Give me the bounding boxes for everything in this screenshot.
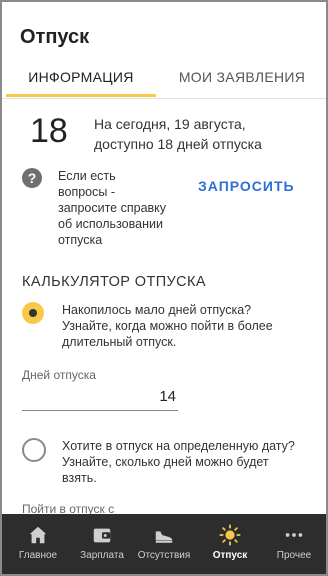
option-text-line: Накопилось мало дней отпуска? [62,303,252,317]
option-text-line: Хотите в отпуск на определенную дату? [62,439,295,453]
available-days-text: На сегодня, 19 августа, доступно 18 дней… [94,114,314,154]
vacation-days-input[interactable]: 14 [22,386,178,411]
help-text-line: об использовании [58,217,163,231]
option-text-line: длительный отпуск. [62,335,177,349]
nav-item-home[interactable]: Главное [6,514,70,574]
question-icon: ? [22,168,42,188]
calculator-title: КАЛЬКУЛЯТОР ОТПУСКА [22,274,206,290]
nav-label: Прочее [276,550,312,561]
option-few-days-text[interactable]: Накопилось мало дней отпуска? Узнайте, к… [62,302,312,350]
tab-my-requests[interactable]: МОИ ЗАЯВЛЕНИЯ [164,60,320,96]
radio-specific-date[interactable] [22,438,46,462]
option-text-line: Узнайте, сколько дней можно будет [62,455,269,469]
nav-item-more[interactable]: Прочее [262,514,326,574]
nav-label: Отпуск [212,550,248,561]
app-window: Отпуск ИНФОРМАЦИЯ МОИ ЗАЯВЛЕНИЯ 18 На се… [0,0,328,576]
nav-item-absences[interactable]: Отсутствия [132,514,196,574]
help-text-line: отпуска [58,233,103,247]
tab-bar: ИНФОРМАЦИЯ МОИ ЗАЯВЛЕНИЯ [2,60,326,99]
option-specific-date-text[interactable]: Хотите в отпуск на определенную дату? Уз… [62,438,312,486]
radio-dot [29,309,37,317]
wallet-icon [93,528,111,543]
bottom-navigation: Главное Зарплата Отсутствия Отпуск Проче… [2,514,326,574]
available-days-line: На сегодня, 19 августа, [94,116,246,132]
nav-label: Отсутствия [137,550,191,561]
vacation-days-label: Дней отпуска [22,368,96,382]
help-text-line: запросите справку [58,201,167,215]
option-text-line: Узнайте, когда можно пойти в более [62,319,273,333]
radio-few-days-selected[interactable] [22,302,44,324]
tab-info[interactable]: ИНФОРМАЦИЯ [6,60,156,96]
option-text-line: взять. [62,471,97,485]
help-text-line: Если есть [58,169,116,183]
help-text: Если есть вопросы - запросите справку об… [58,168,178,248]
nav-item-vacation[interactable]: Отпуск [198,514,262,574]
vacation-days-value: 14 [159,388,176,405]
available-days-count: 18 [30,112,68,150]
active-tab-indicator [6,94,156,97]
nav-label: Зарплата [80,550,124,561]
page-title: Отпуск [20,26,90,48]
home-icon [29,526,47,544]
nav-label: Главное [18,550,58,561]
available-days-line: доступно 18 дней отпуска [94,136,262,152]
nav-item-salary[interactable]: Зарплата [70,514,134,574]
more-dots-icon [285,533,303,537]
request-button[interactable]: ЗАПРОСИТЬ [198,178,295,194]
help-text-line: вопросы - [58,185,115,199]
sun-icon [219,524,241,546]
sneaker-icon [155,531,173,543]
